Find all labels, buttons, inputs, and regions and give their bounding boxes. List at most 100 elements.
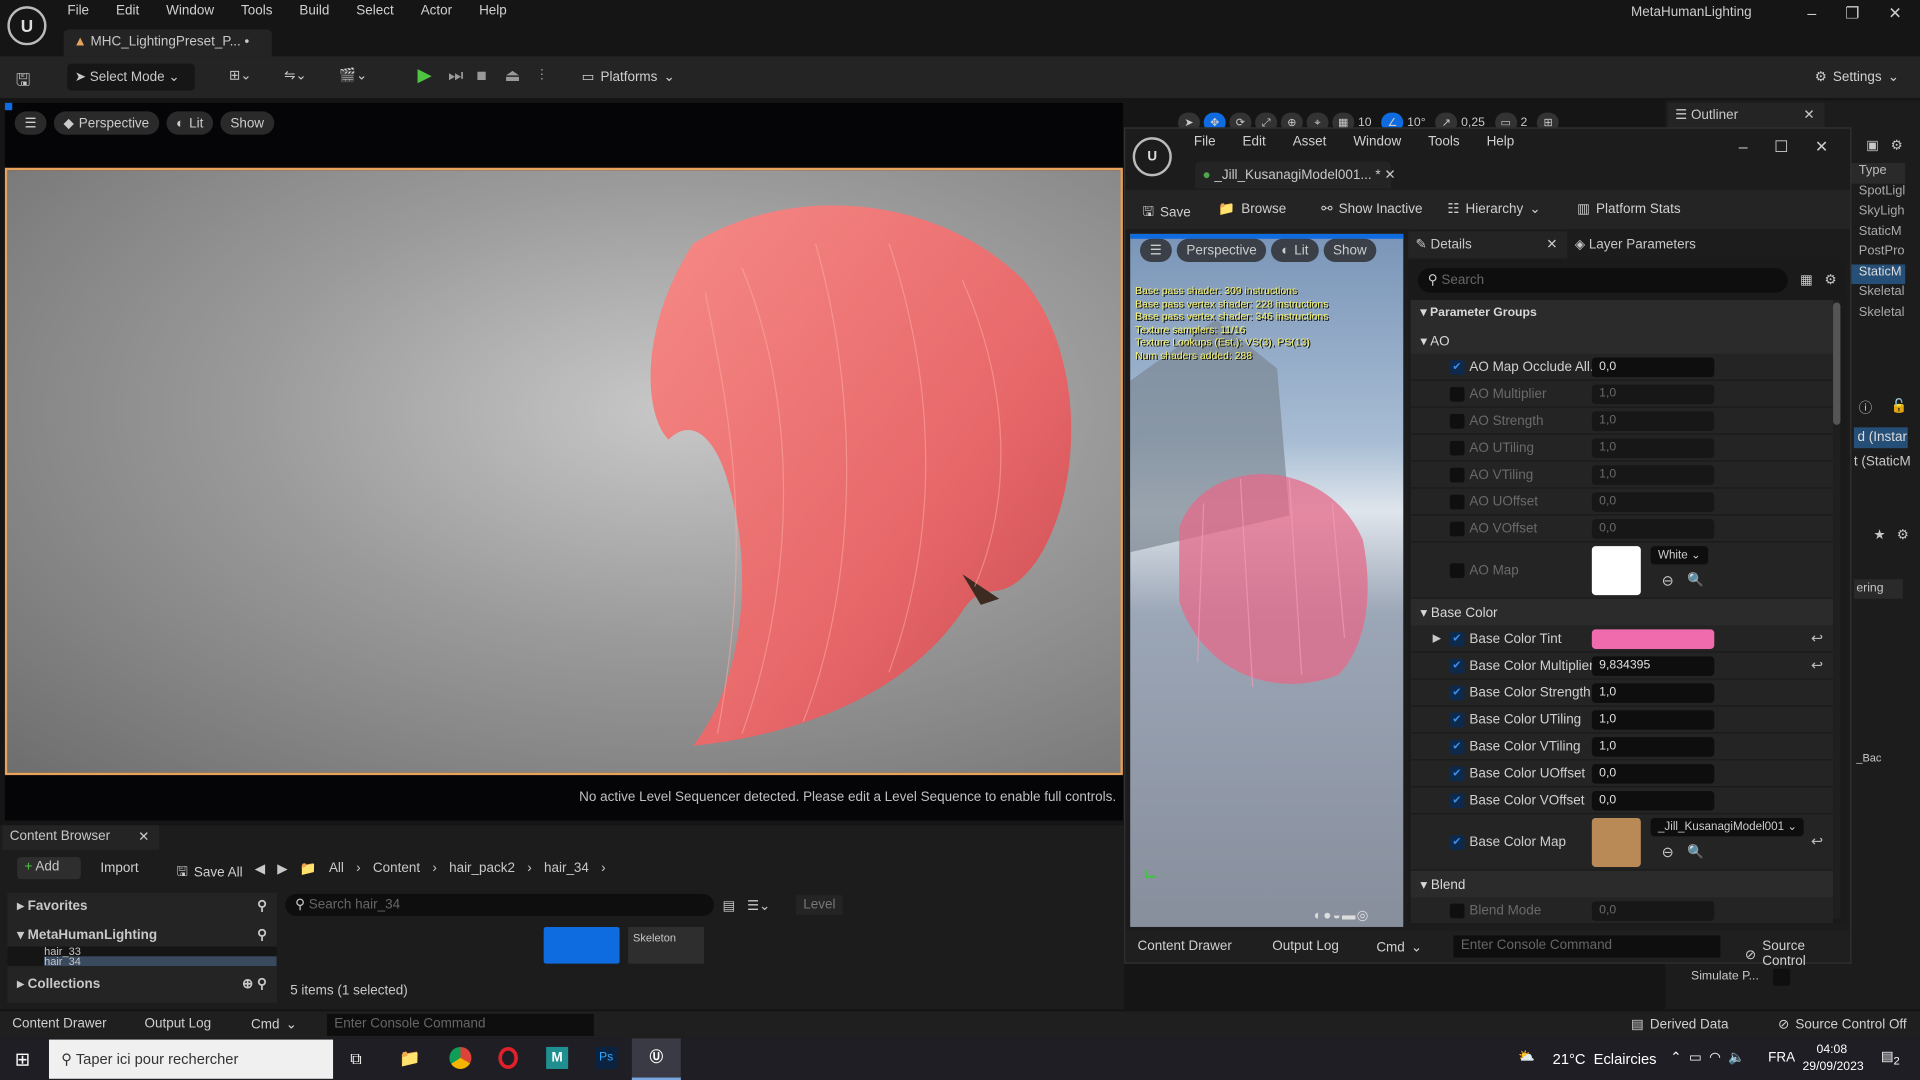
browse-asset-icon[interactable]: 🔍	[1687, 844, 1704, 860]
group-header-base-color[interactable]: ▾ Base Color	[1410, 598, 1834, 626]
close-tab-icon[interactable]: ✕	[1384, 168, 1395, 183]
editor-save-button[interactable]: 🖫 Save	[1142, 201, 1190, 224]
outliner-tab[interactable]: ☰ Outliner ✕	[1667, 102, 1825, 128]
outliner-row[interactable]: PostPro	[1851, 244, 1905, 264]
help-icon[interactable]: ⓘ	[1859, 398, 1872, 418]
editor-asset-tab[interactable]: ● _Jill_KusanagiModel001... * ✕	[1195, 161, 1396, 189]
details-filter-button[interactable]: ering	[1853, 579, 1903, 599]
show-inactive-button[interactable]: ⚯ Show Inactive	[1321, 201, 1422, 216]
add-actor-icon[interactable]: ⊞⌄	[229, 67, 252, 84]
menu-file[interactable]: File	[67, 4, 89, 19]
editor-cmd-dropdown[interactable]: Cmd ⌄	[1376, 939, 1422, 955]
settings-button[interactable]: ⚙ Settings ⌄	[1815, 69, 1899, 84]
parameter-value-field[interactable]: 1,0	[1591, 737, 1715, 757]
forward-icon[interactable]: ▶	[277, 861, 287, 877]
color-swatch[interactable]	[1591, 629, 1715, 649]
save-search-icon[interactable]: ▤	[722, 898, 735, 914]
simulate-physics-checkbox[interactable]	[1773, 968, 1791, 986]
details-scrollbar[interactable]	[1833, 300, 1841, 919]
close-button[interactable]: ✕	[1888, 4, 1901, 22]
parameter-value-field[interactable]: 1,0	[1591, 683, 1715, 703]
hierarchy-button[interactable]: ☷ Hierarchy ⌄	[1447, 201, 1540, 216]
close-content-browser-icon[interactable]: ✕	[138, 829, 149, 845]
chrome-icon[interactable]	[449, 1046, 472, 1069]
editor-maximize-button[interactable]: ☐	[1774, 137, 1788, 155]
details-settings-icon[interactable]: ⚙	[1897, 527, 1909, 543]
breadcrumb-hair-34[interactable]: hair_34	[544, 861, 589, 877]
search-icon[interactable]: ⊕ ⚲	[242, 976, 267, 992]
menu-edit[interactable]: Edit	[116, 4, 139, 19]
parameter-value-field[interactable]: 0,0	[1591, 764, 1715, 784]
scrollbar-thumb[interactable]	[1833, 302, 1841, 425]
menu-window[interactable]: Window	[166, 4, 214, 19]
table-view-icon[interactable]: ▦	[1800, 272, 1813, 288]
task-view-icon[interactable]: ⧉	[350, 1049, 361, 1069]
collections-section[interactable]: ▸ Collections ⊕ ⚲	[7, 971, 276, 995]
search-icon[interactable]: ⚲	[257, 927, 267, 943]
editor-menu-asset[interactable]: Asset	[1293, 135, 1327, 150]
editor-content-drawer-button[interactable]: Content Drawer	[1138, 939, 1232, 954]
override-checkbox[interactable]	[1449, 903, 1465, 919]
menu-select[interactable]: Select	[356, 4, 393, 19]
close-details-icon[interactable]: ✕	[1546, 236, 1557, 253]
source-control-button[interactable]: ⊘ Source Control Off	[1778, 1016, 1907, 1032]
favorites-section[interactable]: ▸ Favorites ⚲	[7, 893, 276, 917]
outliner-row[interactable]: StaticM	[1851, 223, 1905, 243]
editor-close-button[interactable]: ✕	[1815, 137, 1828, 155]
texture-thumbnail[interactable]	[1591, 546, 1641, 596]
editor-menu-window[interactable]: Window	[1353, 135, 1401, 150]
override-checkbox[interactable]	[1449, 685, 1465, 701]
parameter-value-field[interactable]: 0,0	[1591, 492, 1715, 512]
editor-menu-file[interactable]: File	[1194, 135, 1216, 150]
override-checkbox[interactable]	[1449, 521, 1465, 537]
parameter-value-field[interactable]: 0,0	[1591, 519, 1715, 539]
add-folder-icon[interactable]: ▣	[1866, 137, 1879, 153]
override-checkbox[interactable]	[1449, 793, 1465, 809]
windows-start-icon[interactable]: ⊞	[15, 1048, 30, 1070]
level-tab[interactable]: ▲ MHC_LightingPreset_P... •	[63, 29, 272, 57]
editor-menu-tools[interactable]: Tools	[1428, 135, 1459, 150]
clock[interactable]: 04:08 29/09/2023	[1802, 1042, 1863, 1076]
folder-tree[interactable]: hair_33 hair_34	[7, 946, 277, 967]
reset-to-default-icon[interactable]: ↩	[1811, 833, 1823, 850]
file-explorer-icon[interactable]: 📁	[399, 1048, 420, 1069]
parameter-value-field[interactable]: 1,0	[1591, 384, 1715, 405]
override-checkbox[interactable]	[1449, 440, 1465, 456]
cmd-dropdown[interactable]: Cmd ⌄	[251, 1016, 297, 1032]
parameter-value-field[interactable]: 1,0	[1591, 710, 1715, 730]
breadcrumb-hair-pack2[interactable]: hair_pack2	[449, 861, 515, 877]
details-settings-icon[interactable]: ⚙	[1824, 272, 1836, 288]
preview-show-button[interactable]: Show	[1323, 238, 1377, 263]
texture-dropdown[interactable]: White ⌄	[1650, 546, 1709, 565]
parameter-value-field[interactable]: 1,0	[1591, 438, 1715, 458]
opera-icon[interactable]	[498, 1046, 518, 1069]
override-checkbox[interactable]	[1449, 467, 1465, 483]
show-button[interactable]: Show	[220, 111, 274, 135]
editor-output-log-button[interactable]: Output Log	[1272, 939, 1339, 954]
editor-minimize-button[interactable]: –	[1739, 137, 1748, 155]
add-button[interactable]: + Add	[17, 857, 81, 880]
save-icon[interactable]: 🖫	[16, 67, 31, 96]
cinematics-icon[interactable]: 🎬⌄	[339, 67, 367, 84]
parameter-value-field[interactable]: 0,0	[1591, 791, 1715, 811]
eject-icon[interactable]: ⏏	[504, 65, 520, 86]
override-checkbox[interactable]	[1449, 413, 1465, 429]
override-checkbox[interactable]	[1449, 658, 1465, 674]
parameter-groups-header[interactable]: ▾ Parameter Groups	[1410, 300, 1834, 327]
unreal-logo[interactable]: U	[7, 6, 47, 46]
search-icon[interactable]: ⚲	[257, 898, 267, 914]
platforms-button[interactable]: ▭ Platforms ⌄	[582, 69, 675, 84]
editor-menu-help[interactable]: Help	[1487, 135, 1515, 150]
override-checkbox[interactable]	[1449, 766, 1465, 782]
more-icon[interactable]: ⋮	[535, 66, 548, 82]
derived-data-button[interactable]: ▤ Derived Data	[1631, 1016, 1728, 1032]
breadcrumb-all[interactable]: All	[329, 861, 344, 877]
texture-thumbnail[interactable]	[1591, 817, 1641, 867]
level-filter-chip[interactable]: Level	[795, 895, 843, 915]
stop-icon[interactable]: ■	[476, 65, 486, 85]
filter-icon[interactable]: ☰⌄	[747, 898, 770, 914]
preview-lit-button[interactable]: ◐ Lit	[1271, 238, 1319, 263]
use-asset-icon[interactable]: ⊖	[1662, 844, 1674, 861]
outliner-row[interactable]: Skeletal	[1851, 304, 1905, 324]
language-indicator[interactable]: FRA	[1768, 1051, 1795, 1066]
